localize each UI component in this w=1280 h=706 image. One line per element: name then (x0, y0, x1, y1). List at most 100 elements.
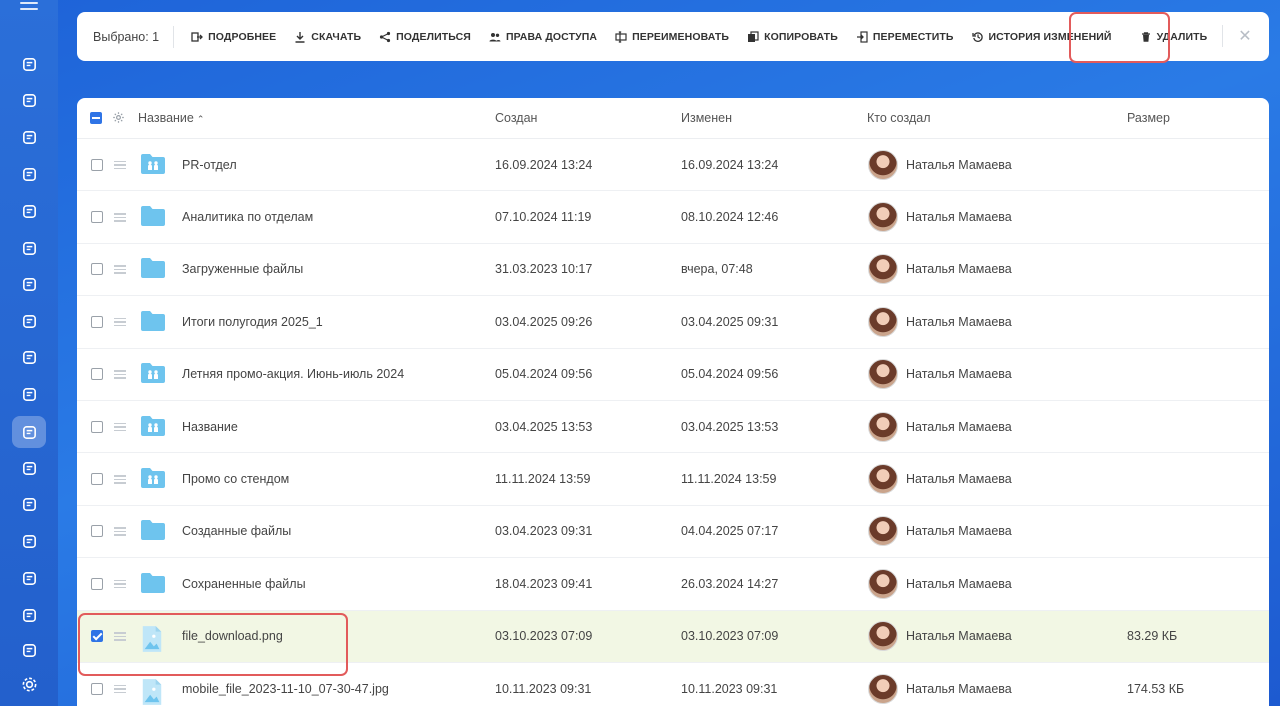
task-icon[interactable] (12, 268, 46, 300)
author-name[interactable]: Наталья Мамаева (906, 367, 1012, 381)
row-checkbox[interactable] (91, 630, 103, 643)
move-button[interactable]: ПЕРЕМЕСТИТЬ (847, 22, 963, 52)
table-row[interactable]: Созданные файлы 03.04.2023 09:31 04.04.202… (77, 506, 1269, 559)
rename-button[interactable]: ПЕРЕИМЕНОВАТЬ (606, 22, 738, 52)
select-all-checkbox[interactable] (90, 112, 102, 124)
file-name[interactable]: PR-отдел (182, 158, 237, 172)
drag-handle-icon[interactable] (114, 632, 126, 641)
robot-icon[interactable] (12, 488, 46, 520)
file-name[interactable]: Итоги полугодия 2025_1 (182, 315, 323, 329)
row-checkbox[interactable] (91, 158, 103, 171)
file-name[interactable]: Название (182, 420, 238, 434)
table-row[interactable]: Итоги полугодия 2025_1 03.04.2025 09:26 03… (77, 296, 1269, 349)
avatar[interactable] (868, 254, 898, 285)
column-author[interactable]: Кто создал (867, 111, 931, 125)
details-button[interactable]: ПОДРОБНЕЕ (182, 22, 285, 52)
row-checkbox[interactable] (91, 368, 103, 381)
edit-doc-icon[interactable] (12, 84, 46, 116)
schedule-icon[interactable] (12, 562, 46, 594)
row-checkbox[interactable] (91, 263, 103, 276)
author-name[interactable]: Наталья Мамаева (906, 158, 1012, 172)
avatar[interactable] (868, 464, 898, 495)
author-name[interactable]: Наталья Мамаева (906, 262, 1012, 276)
table-row[interactable]: file_download.png 03.10.2023 07:09 03.10.2… (77, 610, 1269, 663)
drive-2-icon[interactable] (12, 634, 46, 666)
file-name[interactable]: mobile_file_2023-11-10_07-30-47.jpg (182, 682, 389, 696)
drag-handle-icon[interactable] (114, 370, 126, 379)
filter-icon[interactable] (12, 195, 46, 227)
avatar[interactable] (868, 568, 898, 599)
avatar[interactable] (868, 359, 898, 390)
drag-handle-icon[interactable] (114, 684, 126, 694)
gear-icon[interactable] (112, 111, 125, 124)
author-name[interactable]: Наталья Мамаева (906, 420, 1012, 434)
author-name[interactable]: Наталья Мамаева (906, 472, 1012, 486)
table-row[interactable]: Промо со стендом 11.11.2024 13:59 11.11.20… (77, 453, 1269, 506)
author-name[interactable]: Наталья Мамаева (906, 210, 1012, 224)
file-name[interactable]: Промо со стендом (182, 472, 289, 486)
drag-handle-icon[interactable] (114, 422, 126, 432)
drag-handle-icon[interactable] (114, 475, 126, 484)
column-size[interactable]: Размер (1127, 111, 1170, 125)
avatar[interactable] (868, 149, 898, 180)
target-icon[interactable] (12, 305, 46, 337)
column-modified[interactable]: Изменен (681, 111, 732, 125)
file-name[interactable]: Аналитика по отделам (182, 210, 313, 224)
drag-handle-icon[interactable] (114, 527, 126, 536)
file-name[interactable]: Загруженные файлы (182, 262, 303, 276)
drive-icon[interactable] (12, 416, 46, 448)
drag-handle-icon[interactable] (114, 579, 126, 589)
table-row[interactable]: Название 03.04.2025 13:53 03.04.2025 13:53… (77, 401, 1269, 454)
drag-handle-icon[interactable] (114, 160, 126, 170)
list-icon[interactable] (12, 158, 46, 190)
avatar[interactable] (868, 306, 898, 337)
settings-icon[interactable] (12, 668, 46, 700)
table-row[interactable]: Сохраненные файлы 18.04.2023 09:41 26.03.2… (77, 558, 1269, 611)
row-checkbox[interactable] (91, 525, 103, 538)
row-checkbox[interactable] (91, 420, 103, 433)
activity-icon[interactable] (12, 48, 46, 80)
file-name[interactable]: Летняя промо-акция. Июнь-июль 2024 (182, 367, 404, 381)
download-button[interactable]: СКАЧАТЬ (285, 22, 370, 52)
file-name[interactable]: file_download.png (182, 629, 283, 643)
table-row[interactable]: mobile_file_2023-11-10_07-30-47.jpg 10.11… (77, 663, 1269, 706)
drag-handle-icon[interactable] (114, 317, 126, 327)
file-icon[interactable] (12, 378, 46, 410)
row-checkbox[interactable] (91, 315, 103, 328)
store-icon[interactable] (12, 599, 46, 631)
mail-icon[interactable] (12, 232, 46, 264)
avatar[interactable] (868, 411, 898, 442)
copy-button[interactable]: КОПИРОВАТЬ (738, 22, 847, 52)
column-name[interactable]: Название ⌃ (138, 111, 204, 125)
drag-handle-icon[interactable] (114, 265, 126, 274)
chat-icon[interactable] (12, 452, 46, 484)
table-row[interactable]: Аналитика по отделам 07.10.2024 11:19 08.1… (77, 191, 1269, 244)
row-checkbox[interactable] (91, 211, 103, 224)
author-name[interactable]: Наталья Мамаева (906, 524, 1012, 538)
table-row[interactable]: Загруженные файлы 31.03.2023 10:17 вчера, … (77, 244, 1269, 297)
author-name[interactable]: Наталья Мамаева (906, 577, 1012, 591)
close-icon[interactable]: ✕ (1235, 27, 1255, 47)
table-row[interactable]: Летняя промо-акция. Июнь-июль 2024 05.04.… (77, 349, 1269, 401)
id-card-icon[interactable] (12, 341, 46, 373)
author-name[interactable]: Наталья Мамаева (906, 629, 1012, 643)
calendar-icon[interactable] (12, 525, 46, 557)
row-checkbox[interactable] (91, 577, 103, 590)
menu-icon[interactable] (20, 2, 38, 16)
author-name[interactable]: Наталья Мамаева (906, 315, 1012, 329)
column-created[interactable]: Создан (495, 111, 537, 125)
row-checkbox[interactable] (91, 473, 103, 486)
document-icon[interactable] (12, 121, 46, 153)
avatar[interactable] (868, 621, 898, 652)
table-row[interactable]: PR-отдел 16.09.2024 13:24 16.09.2024 13:24… (77, 139, 1269, 192)
drag-handle-icon[interactable] (114, 213, 126, 222)
row-checkbox[interactable] (91, 682, 103, 695)
author-name[interactable]: Наталья Мамаева (906, 682, 1012, 696)
file-name[interactable]: Сохраненные файлы (182, 577, 306, 591)
share-button[interactable]: ПОДЕЛИТЬСЯ (370, 22, 480, 52)
file-name[interactable]: Созданные файлы (182, 524, 291, 538)
access-button[interactable]: ПРАВА ДОСТУПА (480, 22, 606, 52)
avatar[interactable] (868, 516, 898, 547)
avatar[interactable] (868, 202, 898, 233)
avatar[interactable] (868, 673, 898, 704)
